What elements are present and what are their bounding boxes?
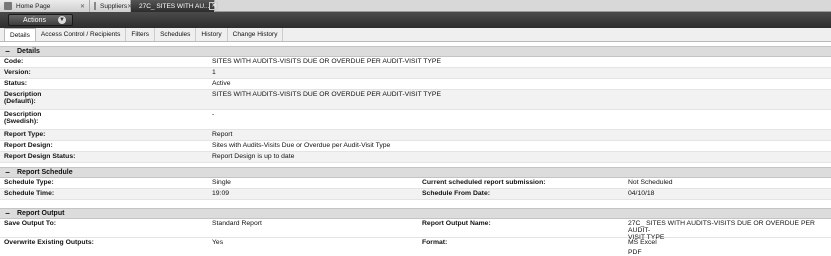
schedule-row-2: Schedule Time: 19:09 Schedule From Date:… — [0, 189, 831, 200]
tab-history[interactable]: History — [196, 28, 228, 41]
tab-details[interactable]: Details — [4, 28, 36, 41]
description-default-row: Description (Default\): SITES WITH AUDIT… — [0, 90, 831, 110]
label-line: (Swedish): — [4, 118, 39, 125]
tab-change-history[interactable]: Change History — [228, 28, 284, 41]
label-line: Description — [4, 91, 42, 98]
description-swedish-value: - — [212, 111, 215, 118]
code-row: Code: SITES WITH AUDITS-VISITS DUE OR OV… — [0, 57, 831, 68]
output-row-2: Overwrite Existing Outputs: Yes Format: … — [0, 238, 831, 256]
field-label: Schedule Time: — [4, 190, 55, 197]
details-section-header[interactable]: − Details — [0, 46, 831, 57]
report-design-status-value: Report Design is up to date — [212, 153, 295, 160]
version-row: Version: 1 — [0, 68, 831, 79]
status-value: Active — [212, 80, 231, 87]
record-tabs: Details Access Control / Recipients Filt… — [0, 28, 831, 42]
report-type-row: Report Type: Report — [0, 130, 831, 141]
field-label: Report Output Name: — [422, 220, 491, 227]
format-value: MS Excel PDF — [628, 238, 828, 256]
section-title: Details — [17, 48, 40, 55]
status-row: Status: Active — [0, 79, 831, 90]
schedule-from-date-value: 04/10/18 — [628, 190, 655, 197]
label-line: (Default\): — [4, 98, 36, 105]
field-label: Description (Swedish): — [0, 110, 212, 126]
current-submission-value: Not Scheduled — [628, 179, 673, 186]
value-line: MS Excel — [628, 239, 657, 246]
tab-label: Home Page — [16, 2, 51, 10]
report-design-status-row: Report Design Status: Report Design is u… — [0, 152, 831, 163]
schedule-row-1: Schedule Type: Single Current scheduled … — [0, 178, 831, 189]
version-value: 1 — [212, 69, 216, 76]
report-type-value: Report — [212, 131, 233, 138]
close-icon[interactable]: ✕ — [80, 3, 85, 10]
save-output-value: Standard Report — [212, 220, 262, 227]
field-label: Report Type: — [4, 131, 46, 138]
field-label: Save Output To: — [4, 220, 56, 227]
tab-label: 27C_ SITES WITH AU... — [139, 2, 210, 10]
close-icon[interactable]: ✕ — [209, 2, 219, 10]
field-label: Code: — [4, 58, 24, 65]
output-row-1: Save Output To: Standard Report Report O… — [0, 219, 831, 241]
actions-label: Actions — [23, 16, 46, 24]
tab-label: Suppliers — [100, 2, 128, 10]
collapse-icon[interactable]: − — [4, 169, 11, 177]
field-label: Report Design: — [4, 142, 53, 149]
collapse-icon[interactable]: − — [4, 210, 11, 218]
window-tab-bar: Home Page ✕ Suppliers ✕ 27C_ SITES WITH … — [0, 0, 831, 12]
actions-button[interactable]: Actions ▼ — [8, 14, 73, 26]
description-default-value: SITES WITH AUDITS-VISITS DUE OR OVERDUE … — [212, 91, 441, 98]
label-line: Description — [4, 111, 42, 118]
tab-report[interactable]: 27C_ SITES WITH AU... ✕ — [131, 0, 219, 12]
description-swedish-row: Description (Swedish): - — [0, 110, 831, 130]
report-output-section-header[interactable]: − Report Output — [0, 208, 831, 219]
field-label: Overwrite Existing Outputs: — [4, 239, 94, 246]
report-design-row: Report Design: Sites with Audits-Visits … — [0, 141, 831, 152]
overwrite-value: Yes — [212, 239, 224, 246]
tab-home-page[interactable]: Home Page ✕ — [0, 0, 90, 12]
value-line: PDF — [628, 249, 642, 256]
home-icon — [4, 2, 12, 10]
field-label: Format: — [422, 239, 448, 246]
field-label: Current scheduled report submission: — [422, 179, 546, 186]
tab-access-control[interactable]: Access Control / Recipients — [36, 28, 127, 41]
document-icon — [94, 2, 96, 10]
action-toolbar: Actions ▼ — [0, 12, 831, 28]
field-label: Version: — [4, 69, 31, 76]
tab-suppliers[interactable]: Suppliers ✕ — [90, 0, 132, 12]
tab-filters[interactable]: Filters — [126, 28, 156, 41]
section-title: Report Output — [17, 210, 65, 217]
field-label: Schedule Type: — [4, 179, 54, 186]
field-label: Description (Default\): — [0, 90, 212, 106]
field-label: Status: — [4, 80, 28, 87]
collapse-icon[interactable]: − — [4, 48, 11, 56]
tab-schedules[interactable]: Schedules — [155, 28, 197, 41]
section-title: Report Schedule — [17, 169, 73, 176]
field-label: Report Design Status: — [4, 153, 76, 160]
value-line: 27C_ SITES WITH AUDITS-VISITS DUE OR OVE… — [628, 220, 815, 234]
field-label: Schedule From Date: — [422, 190, 490, 197]
schedule-type-value: Single — [212, 179, 231, 186]
report-design-value: Sites with Audits-Visits Due or Overdue … — [212, 142, 391, 149]
chevron-down-icon: ▼ — [57, 16, 66, 24]
code-value: SITES WITH AUDITS-VISITS DUE OR OVERDUE … — [212, 58, 441, 65]
report-schedule-section-header[interactable]: − Report Schedule — [0, 167, 831, 178]
schedule-time-value: 19:09 — [212, 190, 230, 197]
